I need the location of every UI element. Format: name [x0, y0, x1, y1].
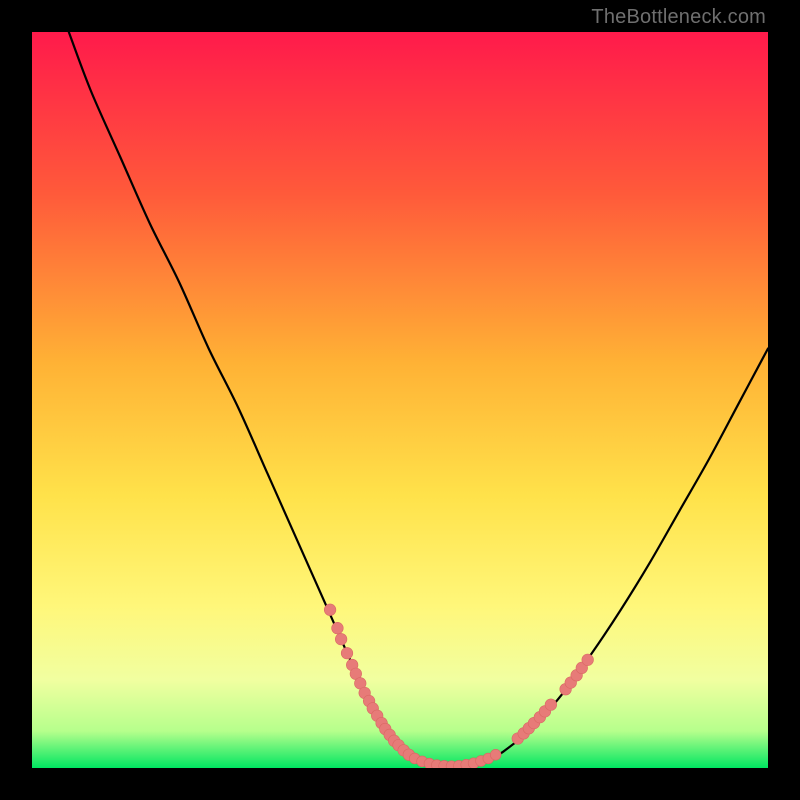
gradient-background [32, 32, 768, 768]
marker-dot [490, 749, 501, 760]
marker-dot [332, 622, 344, 634]
bottleneck-chart [32, 32, 768, 768]
marker-dot [545, 699, 557, 711]
plot-area [32, 32, 768, 768]
marker-dot [324, 604, 336, 616]
marker-dot [335, 633, 347, 645]
chart-frame [32, 32, 768, 768]
watermark-text: TheBottleneck.com [591, 6, 766, 29]
marker-dot [341, 647, 353, 659]
marker-dot [582, 654, 594, 666]
